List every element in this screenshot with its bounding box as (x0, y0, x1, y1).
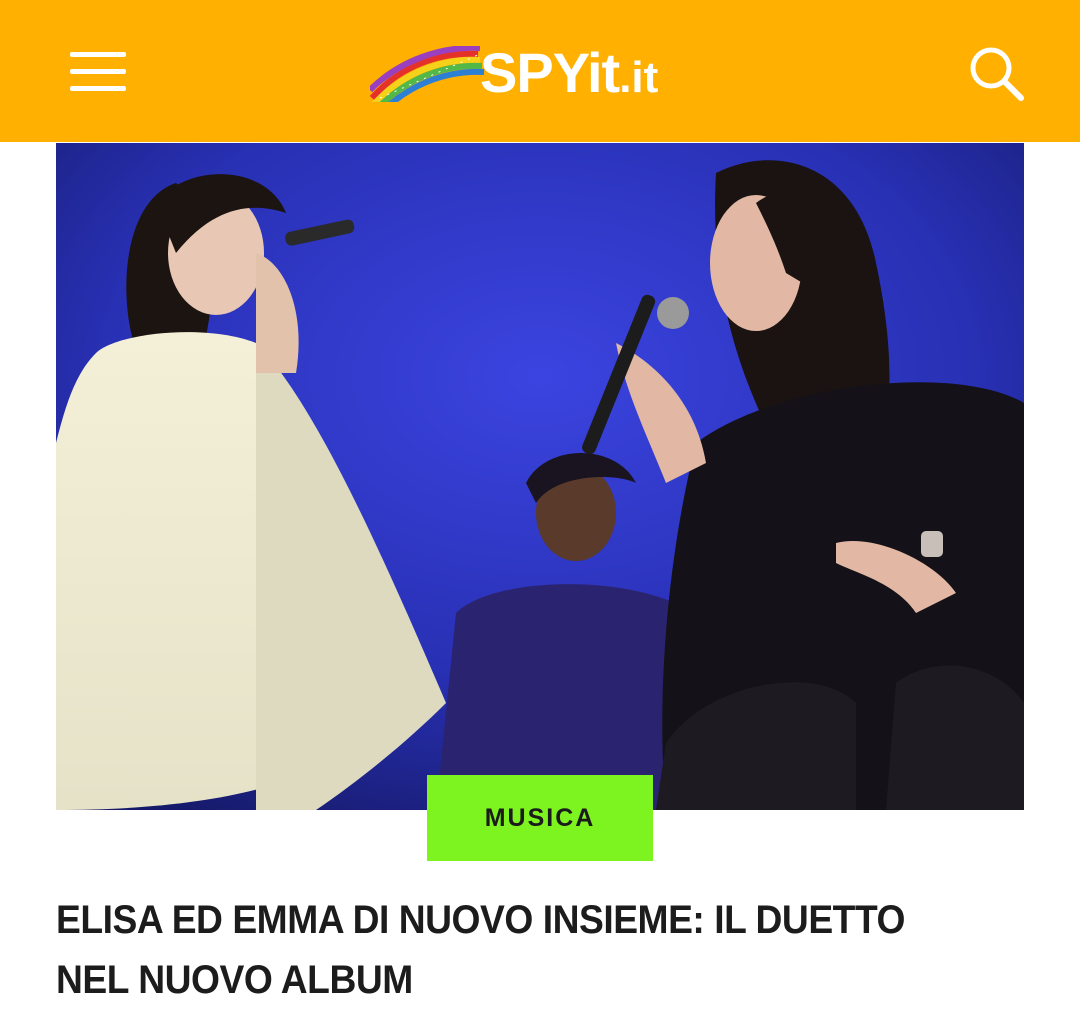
logo-tld: .it (619, 53, 659, 102)
logo-text: SPYit.it (480, 41, 659, 104)
article-title[interactable]: ELISA ED EMMA DI NUOVO INSIEME: IL DUETT… (56, 890, 956, 1010)
search-button[interactable] (964, 42, 1030, 104)
category-badge-musica[interactable]: MUSICA (427, 775, 653, 861)
category-label: MUSICA (484, 803, 596, 832)
search-icon (970, 47, 1024, 101)
hamburger-menu-icon (70, 52, 126, 57)
rainbow-logo-icon (370, 46, 485, 102)
site-header: SPYit.it (0, 0, 1080, 142)
article-hero-image[interactable] (56, 143, 1024, 810)
site-logo[interactable]: SPYit.it (370, 40, 715, 110)
hero-photo (56, 143, 1024, 810)
menu-button[interactable] (62, 42, 134, 100)
